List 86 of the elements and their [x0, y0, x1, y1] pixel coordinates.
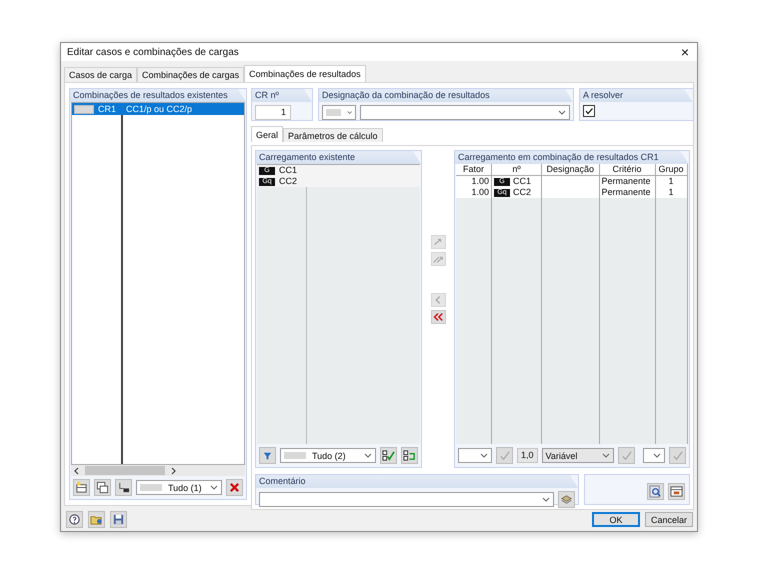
- column-header[interactable]: Fator: [456, 164, 492, 175]
- arrow-right-icon: [432, 236, 444, 248]
- designation-dropdown[interactable]: [360, 105, 570, 120]
- select-all-button[interactable]: [380, 447, 397, 464]
- check-icon: [620, 449, 633, 462]
- table-export-icon: [670, 485, 683, 498]
- table-cell: 1.00: [456, 187, 492, 198]
- tab[interactable]: Casos de carga: [64, 67, 138, 82]
- close-button[interactable]: ×: [672, 43, 697, 61]
- checkbox[interactable]: [583, 105, 595, 117]
- check-list-icon: [382, 449, 395, 462]
- color-swatch: [74, 104, 94, 114]
- column-header[interactable]: Designação: [542, 164, 600, 175]
- filter-dropdown[interactable]: Tudo (1): [136, 480, 222, 495]
- filter-button[interactable]: [259, 447, 276, 464]
- color-dropdown[interactable]: [322, 105, 356, 120]
- caret-icon: [602, 453, 610, 458]
- scroll-left-icon[interactable]: [73, 466, 81, 474]
- caret-icon: [480, 453, 488, 458]
- group-header: Carregamento em combinação de resultados CR1: [455, 151, 689, 164]
- comment-library-button[interactable]: [558, 491, 575, 508]
- table-cell: CC1: [513, 176, 532, 187]
- copy-icon: [96, 481, 109, 494]
- scrollbar-thumb[interactable]: [85, 466, 165, 475]
- check-icon: [670, 449, 684, 462]
- filter-dropdown[interactable]: Tudo (2): [280, 448, 376, 463]
- group-header: CR nº: [252, 89, 312, 102]
- combination-description: CC1/p ou CC2/p: [125, 103, 194, 115]
- tab[interactable]: Combinações de cargas: [137, 67, 244, 82]
- factor-dropdown[interactable]: [458, 448, 492, 463]
- renumber-button[interactable]: [115, 479, 132, 496]
- scroll-right-icon[interactable]: [169, 466, 177, 474]
- swap-list-icon: [403, 449, 416, 462]
- copy-button[interactable]: [94, 479, 111, 496]
- table-cell: 1: [656, 187, 688, 198]
- new-table-icon: [75, 481, 88, 494]
- open-button[interactable]: [88, 511, 105, 528]
- group-header: Combinações de resultados existentes: [70, 89, 246, 102]
- help-button[interactable]: [66, 511, 83, 528]
- table-cell: Permanente: [600, 187, 656, 198]
- criterion-dropdown[interactable]: Variável: [542, 448, 614, 463]
- delete-button[interactable]: [226, 479, 243, 496]
- column-header[interactable]: nº: [492, 164, 542, 175]
- check-icon: [498, 449, 511, 462]
- invert-selection-button[interactable]: [401, 447, 418, 464]
- column-header[interactable]: Critério: [600, 164, 656, 175]
- tab[interactable]: Geral: [251, 126, 284, 142]
- stack-icon: [560, 493, 573, 506]
- apply-button[interactable]: [618, 447, 635, 464]
- new-button[interactable]: [73, 479, 90, 496]
- group-dropdown[interactable]: [642, 448, 665, 463]
- tab[interactable]: Combinações de resultados: [244, 65, 366, 82]
- dialog-button[interactable]: OK: [592, 512, 640, 527]
- caret-icon: [558, 110, 566, 115]
- save-button[interactable]: [110, 511, 127, 528]
- apply-button[interactable]: [668, 447, 686, 464]
- caret-icon: [210, 485, 218, 490]
- caret-icon: [346, 110, 352, 115]
- combination-id: CR1: [98, 103, 116, 115]
- dialog-button[interactable]: Cancelar: [645, 512, 693, 527]
- list-row[interactable]: CR1 CC1/p ou CC2/p: [72, 103, 244, 115]
- window-title: Editar casos e combinações de cargas: [67, 46, 239, 58]
- number-field[interactable]: 1: [255, 105, 291, 120]
- caret-icon: [364, 453, 372, 458]
- column-header[interactable]: Grupo: [656, 164, 688, 175]
- group-header: A resolver: [580, 89, 693, 102]
- load-case-name: CC2: [279, 176, 298, 187]
- factor-value: 1,0: [517, 448, 538, 463]
- renumber-icon: [117, 481, 130, 494]
- group-header: Carregamento existente: [256, 151, 421, 164]
- horizontal-scrollbar[interactable]: [71, 465, 245, 476]
- group-header: Comentário: [256, 475, 578, 488]
- double-arrow-left-icon: [432, 311, 444, 323]
- caret-icon: [542, 497, 550, 502]
- magnifier-icon: [648, 485, 662, 498]
- export-button[interactable]: [668, 483, 685, 500]
- load-case-name: CC1: [279, 165, 298, 176]
- delete-icon: [228, 481, 241, 494]
- comment-dropdown[interactable]: [259, 492, 554, 507]
- caret-icon: [652, 453, 661, 458]
- group-header: Designação da combinação de resultados: [319, 89, 573, 102]
- help-icon: [68, 513, 81, 526]
- table-cell: CC2: [513, 187, 532, 198]
- tab[interactable]: Parâmetros de cálculo: [283, 128, 383, 142]
- transfer-button[interactable]: [430, 310, 446, 324]
- preview-button[interactable]: [646, 483, 664, 500]
